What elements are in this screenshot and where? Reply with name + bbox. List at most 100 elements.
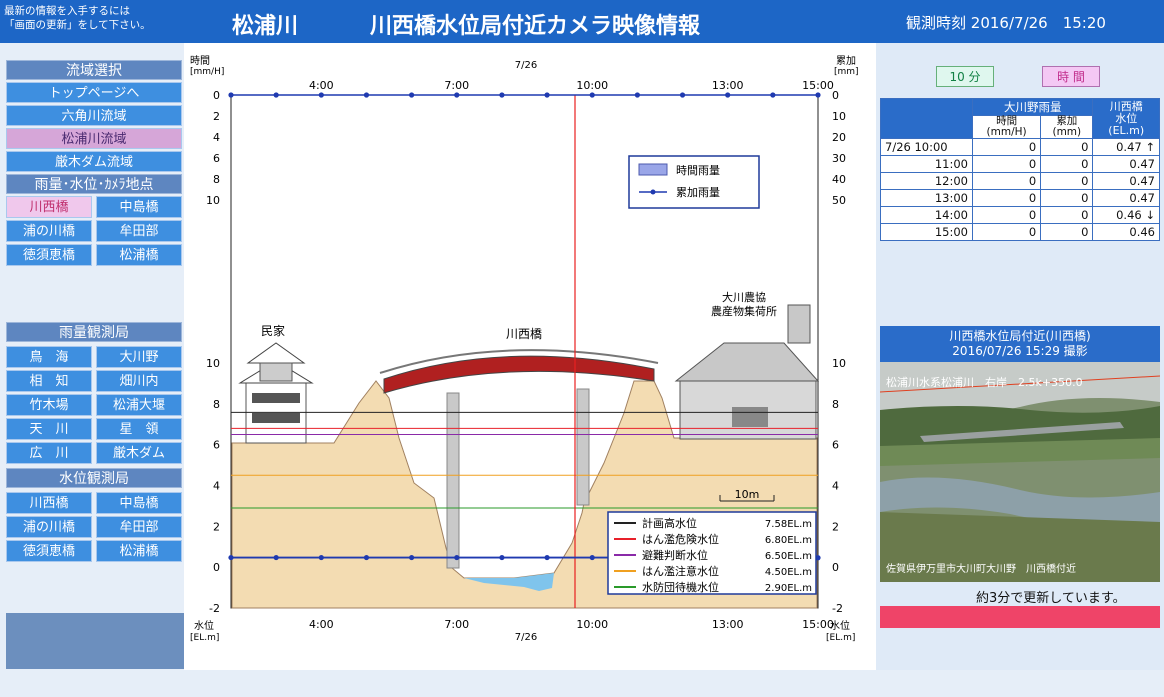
row-level: 0.46 ↓	[1092, 206, 1160, 224]
right-top-axis-title: 累加	[836, 55, 856, 67]
table-row: 14:00 0 0 0.46 ↓	[880, 206, 1160, 224]
rain-left-tick: 4	[213, 131, 220, 144]
level-left-tick: 0	[213, 561, 220, 574]
left-bottom-axis-unit: [EL.m]	[190, 633, 219, 643]
level-right-tick: 8	[832, 398, 839, 411]
rain-station-ouchi[interactable]: 相 知	[6, 370, 92, 392]
level-station-header: 水位観測局	[6, 468, 182, 488]
table-header-cumulative-2: (mm)	[1052, 126, 1082, 138]
level-station-tokusue-bridge[interactable]: 徳須恵橋	[6, 540, 92, 562]
camera-overlay-top: 松浦川水系松浦川 右岸 2.5k+350.0	[886, 375, 1083, 389]
rain-station-matsuura-weir[interactable]: 松浦大堰	[96, 394, 182, 416]
rain-station-hatakawachi[interactable]: 畑川内	[96, 370, 182, 392]
building-label-1: 大川農協	[722, 290, 766, 304]
right-bottom-axis-unit: [EL.m]	[826, 633, 855, 643]
point-matsuura-bridge[interactable]: 松浦橋	[96, 244, 182, 266]
rainfall-legend: 時間雨量 累加雨量	[628, 155, 760, 209]
table-header-hourly-2: (mm/H)	[986, 126, 1027, 138]
row-time: 14:00	[880, 206, 973, 224]
table-row: 12:00 0 0 0.47	[880, 172, 1160, 190]
page: 最新の情報を入手するには 「画面の更新」をして下さい。 松浦川 川西橋水位局付近…	[0, 0, 1164, 697]
rain-station-hoshiryo[interactable]: 星 領	[96, 418, 182, 440]
legend-level-value: 6.80EL.m	[765, 535, 812, 546]
rain-station-header: 雨量観測局	[6, 322, 182, 342]
level-station-kawanishi-bridge[interactable]: 川西橋	[6, 492, 92, 514]
sidebar-item-top-page[interactable]: トップページへ	[6, 82, 182, 103]
water-level-point	[318, 554, 324, 561]
water-level-point	[363, 554, 370, 561]
alert-bar	[880, 606, 1160, 628]
rain-station-amagawa[interactable]: 天 川	[6, 418, 92, 440]
level-right-tick: -2	[832, 602, 843, 615]
water-level-point	[454, 554, 460, 561]
bottom-date-label: 7/26	[515, 632, 537, 643]
sidebar-item-matsuura-basin[interactable]: 松浦川流域	[6, 128, 182, 149]
water-level-point	[409, 554, 415, 561]
legend-level-name: はん濫注意水位	[642, 564, 719, 578]
rain-station-okawano[interactable]: 大川野	[96, 346, 182, 368]
rain-level-table: 大川野雨量 川西橋 水位 (EL.m) 時間 (mm/H) 累加 (mm) 7/	[880, 98, 1160, 241]
table-header-station: 大川野雨量	[971, 98, 1094, 116]
level-left-tick: 2	[213, 520, 220, 533]
cumulative-rain-point	[454, 92, 460, 98]
water-level-point	[544, 554, 550, 561]
rain-station-takekoba[interactable]: 竹木場	[6, 394, 92, 416]
point-mutabe[interactable]: 牟田部	[96, 220, 182, 242]
chart-svg: 民家 川西橋 大川農協 農産物集荷所 4:004:007:007:0010:00…	[190, 55, 859, 643]
row-hourly: 0	[971, 155, 1042, 173]
rain-right-tick: 20	[832, 131, 846, 144]
table-header-level-1: 川西橋	[1109, 99, 1143, 113]
point-uranokawa-bridge[interactable]: 浦の川橋	[6, 220, 92, 242]
toggle-10min-button[interactable]: 10 分	[936, 66, 994, 87]
water-level-point	[499, 554, 505, 561]
rain-station-chokai[interactable]: 鳥 海	[6, 346, 92, 368]
row-cumulative: 0	[1040, 189, 1094, 207]
x-tick-label-bottom: 10:00	[576, 618, 608, 631]
camera-image[interactable]: 松浦川水系松浦川 右岸 2.5k+350.0 佐賀県伊万里市大川町大川野 川西橋…	[880, 362, 1160, 582]
level-left-tick: 8	[213, 398, 220, 411]
x-tick-label-top: 10:00	[576, 79, 608, 92]
rain-station-hirokawa[interactable]: 広 川	[6, 442, 92, 464]
level-station-uranokawa-bridge[interactable]: 浦の川橋	[6, 516, 92, 538]
point-select-header: 雨量･水位･ｶﾒﾗ地点	[6, 174, 182, 194]
row-level: 0.47	[1092, 172, 1160, 190]
camera-title-location: 川西橋水位局付近(川西橋)	[949, 329, 1091, 343]
refresh-note-line-2: 「画面の更新」をして下さい。	[4, 19, 151, 31]
sidebar-item-kyuragi-dam-basin[interactable]: 厳木ダム流域	[6, 151, 182, 172]
level-station-matsuura-bridge[interactable]: 松浦橋	[96, 540, 182, 562]
sidebar-footer	[6, 613, 184, 669]
chart-area: 民家 川西橋 大川農協 農産物集荷所 4:00 4:00 7:00 7:00 1…	[184, 43, 876, 670]
right-top-axis-unit: [mm]	[834, 67, 859, 77]
cumulative-rain-point	[409, 92, 415, 98]
rain-left-tick: 6	[213, 152, 220, 165]
table-row: 13:00 0 0 0.47	[880, 189, 1160, 207]
x-tick-label-top: 15:00	[802, 79, 834, 92]
refresh-note: 最新の情報を入手するには 「画面の更新」をして下さい。	[4, 4, 151, 32]
row-time: 12:00	[880, 172, 973, 190]
point-nakashima-bridge[interactable]: 中島橋	[96, 196, 182, 218]
point-tokusue-bridge[interactable]: 徳須恵橋	[6, 244, 92, 266]
sidebar-item-rokkaku-basin[interactable]: 六角川流域	[6, 105, 182, 126]
right-panel: 10 分 時 間 大川野雨量 川西橋 水位 (EL.m) 時間 (mm/H) 累…	[876, 43, 1164, 670]
table-corner	[880, 98, 973, 139]
row-time: 13:00	[880, 189, 973, 207]
observation-time: 観測時刻 2016/7/26 15:20	[906, 12, 1106, 33]
level-station-mutabe[interactable]: 牟田部	[96, 516, 182, 538]
bridge-label: 川西橋	[506, 327, 542, 341]
toggle-hourly-button[interactable]: 時 間	[1042, 66, 1100, 87]
level-left-tick: -2	[209, 602, 220, 615]
cumulative-rain-point	[589, 92, 595, 98]
camera-title-timestamp: 2016/07/26 15:29 撮影	[952, 344, 1088, 358]
legend-level-value: 7.58EL.m	[765, 519, 812, 530]
header-bar: 最新の情報を入手するには 「画面の更新」をして下さい。 松浦川 川西橋水位局付近…	[0, 0, 1164, 43]
level-left-tick: 6	[213, 439, 220, 452]
cumulative-rain-point	[363, 92, 370, 98]
rain-station-kyuragi-dam[interactable]: 厳木ダム	[96, 442, 182, 464]
x-tick-label-bottom: 13:00	[712, 618, 744, 631]
legend-level-name: 水防団待機水位	[642, 580, 719, 594]
rain-right-tick: 30	[832, 152, 846, 165]
level-station-nakashima-bridge[interactable]: 中島橋	[96, 492, 182, 514]
point-kawanishi-bridge[interactable]: 川西橋	[6, 196, 92, 218]
level-left-tick: 10	[206, 357, 220, 370]
rain-right-tick: 40	[832, 173, 846, 186]
